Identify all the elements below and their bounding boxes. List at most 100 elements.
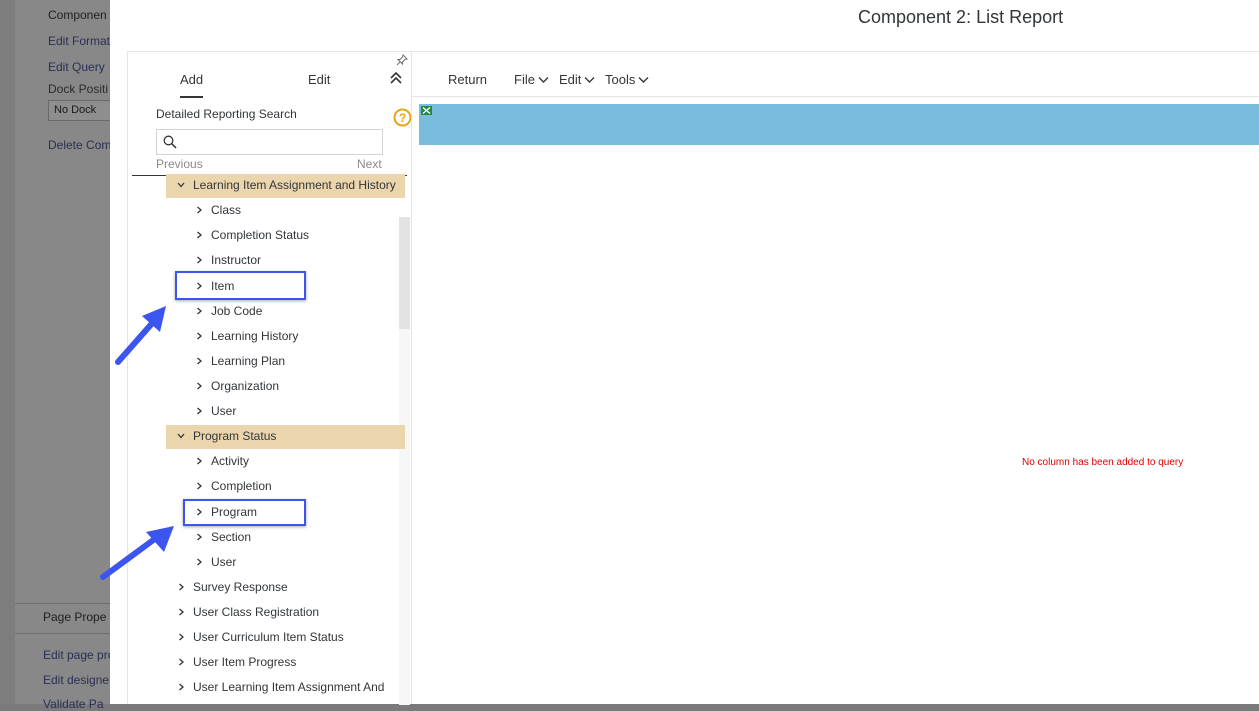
help-icon[interactable]: ? — [393, 108, 412, 127]
edit-menu-label: Edit — [559, 72, 582, 87]
collapse-up-icon[interactable] — [388, 70, 404, 86]
tree-item-label: Learning Plan — [211, 354, 286, 368]
tree-item-organization[interactable]: Organization — [184, 375, 384, 399]
next-button[interactable]: Next — [357, 157, 382, 171]
return-button[interactable]: Return — [448, 72, 487, 87]
dialog-title: Component 2: List Report — [858, 7, 1064, 27]
tree-item-job-code[interactable]: Job Code — [184, 300, 384, 324]
tree-category-user-curriculum-item-status[interactable]: User Curriculum Item Status — [166, 626, 396, 650]
tree-item-completion-status[interactable]: Completion Status — [184, 224, 384, 248]
tree-item-label: Activity — [211, 454, 250, 468]
bg-delete-component-link: Delete Com — [48, 138, 112, 152]
chevron-right-icon — [197, 482, 202, 490]
bg-dock-select: No Dock — [48, 100, 118, 121]
tree-item-label: Section — [211, 530, 252, 544]
panel-divider — [411, 51, 412, 704]
chevron-right-icon — [197, 558, 202, 566]
tree-category-label: User Item Progress — [193, 655, 297, 669]
tree-item-label: Completion Status — [211, 228, 310, 242]
chevron-down-icon — [177, 182, 185, 188]
bg-validate-link: Validate Pa — [43, 697, 104, 711]
chevron-down-icon — [177, 433, 185, 439]
chevron-right-icon — [197, 206, 202, 214]
chevron-right-icon — [197, 282, 202, 290]
chevron-right-icon — [197, 508, 202, 516]
chevron-right-icon — [197, 407, 202, 415]
chevron-right-icon — [179, 683, 184, 691]
tree-category-label: Program Status — [193, 429, 277, 443]
bg-dock-position-label: Dock Positi — [48, 82, 109, 96]
tree-item-instructor[interactable]: Instructor — [184, 249, 384, 273]
list-report-dialog: Component 2: List Report Add Edit Detail… — [110, 0, 1259, 705]
active-tab-indicator — [180, 96, 203, 98]
previous-button[interactable]: Previous — [156, 157, 203, 171]
tree-item-user[interactable]: User — [184, 400, 384, 424]
tree-item-learning-history[interactable]: Learning History — [184, 325, 384, 349]
tree-item-label: Program — [211, 505, 258, 519]
file-menu-label: File — [514, 72, 535, 87]
tree-item-item[interactable]: Item — [184, 275, 384, 299]
chevron-down-icon — [538, 76, 549, 83]
tree-item-label: User — [211, 404, 237, 418]
file-menu[interactable]: File — [514, 72, 549, 87]
tree-scrollbar[interactable] — [399, 217, 410, 705]
tools-menu-label: Tools — [605, 72, 636, 87]
chevron-right-icon — [197, 357, 202, 365]
tree-category-label: User Class Registration — [193, 605, 320, 619]
tree-item-label: Item — [211, 279, 235, 293]
edit-menu[interactable]: Edit — [559, 72, 595, 87]
report-result-bar — [419, 104, 1259, 145]
tree-item-label: Organization — [211, 379, 280, 393]
chevron-right-icon — [197, 231, 202, 239]
tree-category-program-status[interactable]: Program Status — [166, 425, 405, 449]
tree-item-completion[interactable]: Completion — [184, 475, 384, 499]
chevron-down-icon — [584, 76, 595, 83]
bg-edit-page-properties-link: Edit page pro — [43, 648, 115, 662]
tree-item-label: Job Code — [211, 304, 263, 318]
chevron-right-icon — [197, 307, 202, 315]
query-builder-panel: Add Edit Detailed Reporting Search ? Pre… — [127, 51, 412, 705]
chevron-right-icon — [197, 533, 202, 541]
tab-edit[interactable]: Edit — [308, 72, 330, 87]
chevron-right-icon — [179, 608, 184, 616]
tree-item-user[interactable]: User — [184, 551, 384, 575]
tree-item-learning-plan[interactable]: Learning Plan — [184, 350, 384, 374]
search-label: Detailed Reporting Search — [156, 107, 297, 121]
scrollbar-thumb[interactable] — [399, 217, 410, 329]
bg-divider — [15, 603, 110, 604]
tree-category-label: Learning Item Assignment and History — [193, 178, 396, 192]
search-icon — [163, 135, 177, 149]
bg-component-header: Componen — [48, 8, 107, 22]
pin-icon[interactable] — [396, 54, 408, 66]
tree-item-program[interactable]: Program — [184, 501, 384, 525]
tree-item-activity[interactable]: Activity — [184, 450, 384, 474]
empty-query-message: No column has been added to query — [1022, 457, 1184, 468]
toolbar-divider — [412, 96, 1259, 97]
tab-add[interactable]: Add — [180, 72, 203, 87]
chevron-right-icon — [197, 457, 202, 465]
chevron-right-icon — [197, 256, 202, 264]
tree-item-label: User — [211, 555, 237, 569]
tree-item-class[interactable]: Class — [184, 199, 384, 223]
tree-category-learning-item-assignment[interactable]: Learning Item Assignment and History — [166, 174, 405, 198]
chevron-right-icon — [179, 633, 184, 641]
tree-item-label: Class — [211, 203, 242, 217]
tools-menu[interactable]: Tools — [605, 72, 649, 87]
chevron-right-icon — [179, 658, 184, 666]
tree-category-user-learning-item-assignment[interactable]: User Learning Item Assignment And — [166, 676, 398, 700]
bg-edit-format-link: Edit Format — [48, 34, 111, 48]
chevron-down-icon — [638, 76, 649, 83]
tree-category-user-class-registration[interactable]: User Class Registration — [166, 601, 396, 625]
bg-page-properties-header: Page Prope — [43, 610, 107, 624]
tree-item-label: Instructor — [211, 253, 262, 267]
search-input[interactable] — [156, 129, 383, 155]
tree-category-user-item-progress[interactable]: User Item Progress — [166, 651, 396, 675]
tree-category-label: User Curriculum Item Status — [193, 630, 344, 644]
tree-item-section[interactable]: Section — [184, 526, 384, 550]
excel-export-icon[interactable] — [421, 106, 432, 115]
tree-category-label: Survey Response — [193, 580, 288, 594]
background-left-strip — [0, 0, 15, 704]
tree-category-survey-response[interactable]: Survey Response — [166, 576, 396, 600]
bg-edit-designer-link: Edit designe — [43, 673, 110, 687]
chevron-right-icon — [197, 332, 202, 340]
